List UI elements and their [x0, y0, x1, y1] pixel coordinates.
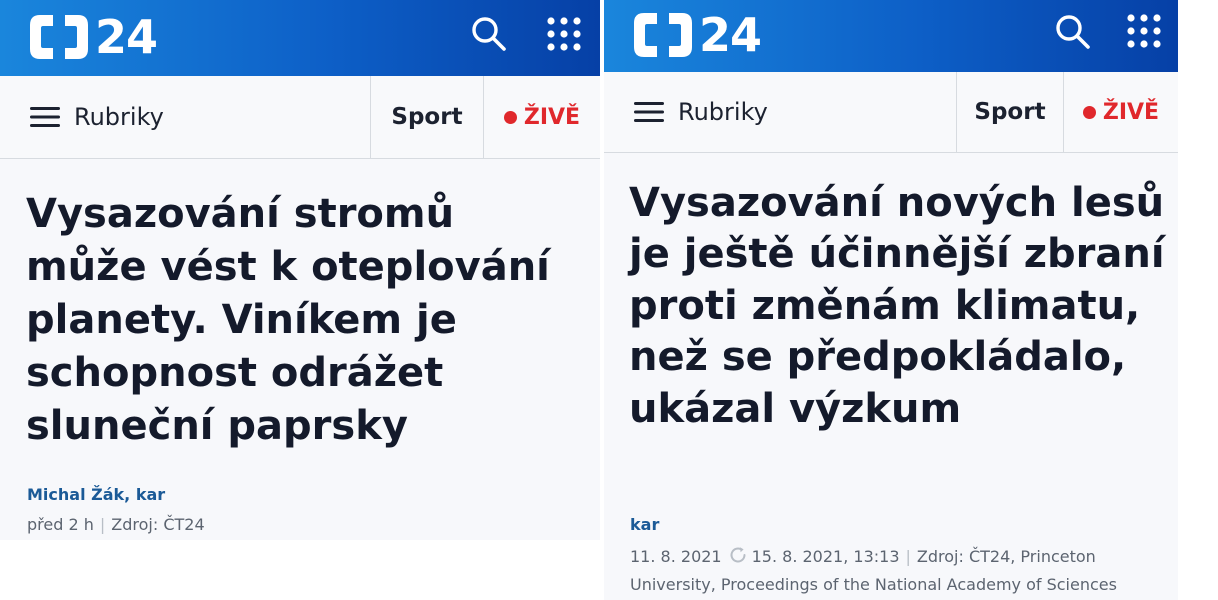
section-nav: Rubriky Sport ŽIVĚ — [0, 76, 600, 159]
live-link[interactable]: ŽIVĚ — [1063, 72, 1178, 152]
search-icon[interactable] — [1054, 13, 1092, 51]
article-authors[interactable]: kar — [630, 515, 659, 534]
article-meta: 11. 8. 2021 15. 8. 2021, 13:13 | Zdroj: ČT… — [630, 543, 1170, 599]
meta-divider: | — [905, 547, 911, 566]
live-dot-icon — [503, 110, 517, 124]
article-authors[interactable]: Michal Žák, kar — [27, 485, 165, 504]
article-headline: Vysazování stromů může vést k oteplování… — [26, 191, 550, 449]
ct24-logo[interactable]: 24 — [27, 10, 158, 64]
top-bar: 24 — [604, 0, 1178, 72]
rubriky-label: Rubriky — [74, 103, 164, 131]
article-updated: 15. 8. 2021, 13:13 — [751, 547, 900, 566]
live-dot-icon — [1082, 105, 1096, 119]
live-label: ŽIVĚ — [1102, 99, 1160, 125]
right-screenshot: 24 Rubriky Sport ŽIVĚ Vysazování nových … — [604, 0, 1178, 600]
ct-logo-icon — [30, 15, 88, 59]
apps-grid-icon[interactable] — [1126, 13, 1162, 49]
apps-grid-icon[interactable] — [546, 16, 582, 52]
meta-divider: | — [99, 515, 106, 534]
rubriky-menu-button[interactable]: Rubriky — [0, 76, 370, 158]
top-bar: 24 — [0, 0, 600, 76]
ct-logo-icon — [634, 13, 692, 57]
ct24-logo[interactable]: 24 — [631, 8, 762, 62]
article-meta: před 2 h | Zdroj: ČT24 — [27, 515, 205, 534]
article-time: před 2 h — [27, 515, 94, 534]
logo-number: 24 — [95, 10, 158, 64]
live-link[interactable]: ŽIVĚ — [483, 76, 600, 158]
article-headline: Vysazování nových lesů je ještě účinnějš… — [629, 180, 1165, 432]
sport-link[interactable]: Sport — [956, 72, 1063, 152]
live-label: ŽIVĚ — [523, 104, 581, 130]
sport-link[interactable]: Sport — [370, 76, 483, 158]
refresh-icon — [730, 547, 746, 563]
logo-number: 24 — [699, 8, 762, 62]
rubriky-label: Rubriky — [678, 98, 768, 126]
left-screenshot: 24 Rubriky Sport ŽIVĚ Vysazování stromů … — [0, 0, 600, 540]
hamburger-menu-icon — [30, 107, 60, 127]
hamburger-menu-icon — [634, 102, 664, 122]
article-published: 11. 8. 2021 — [630, 547, 722, 566]
search-icon[interactable] — [470, 15, 508, 53]
section-nav: Rubriky Sport ŽIVĚ — [604, 72, 1178, 153]
article-source: Zdroj: ČT24 — [111, 515, 205, 534]
rubriky-menu-button[interactable]: Rubriky — [604, 72, 956, 152]
